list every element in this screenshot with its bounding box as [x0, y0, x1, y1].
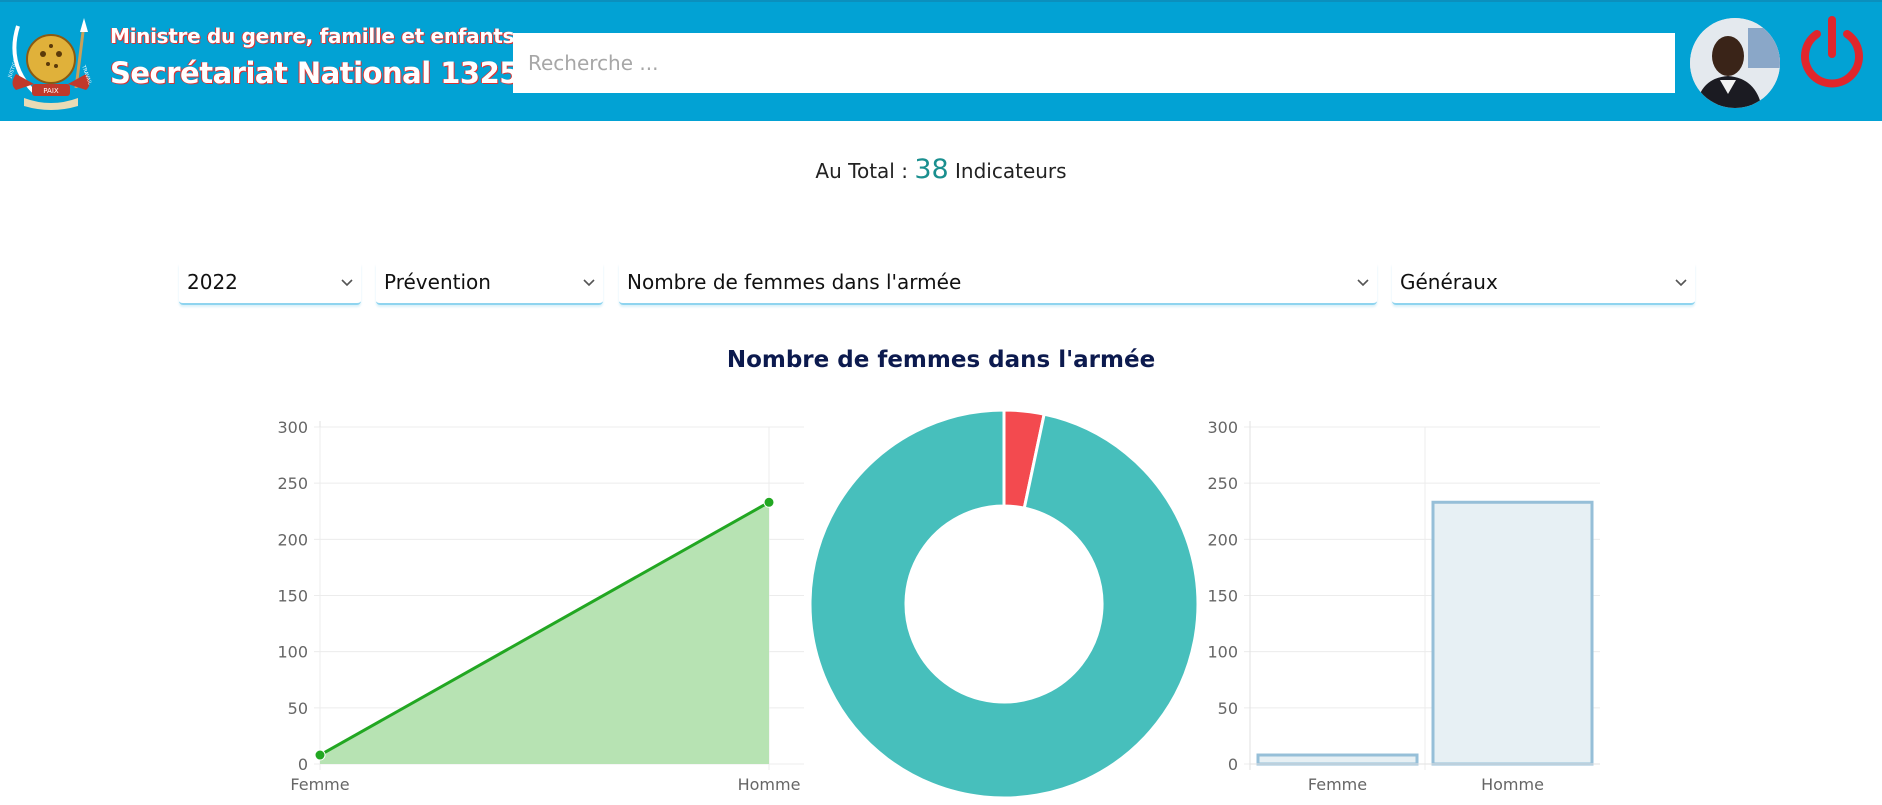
bar-chart-bar-homme: [1431, 500, 1594, 766]
line-chart-area: [320, 502, 769, 764]
chevron-down-icon: [583, 279, 595, 287]
bar-chart-bar-femme: [1256, 753, 1419, 766]
chevron-down-icon: [1675, 279, 1687, 287]
donut-slice-femme: [1002, 408, 1046, 510]
ministry-name: Ministre du genre, famille et enfants: [110, 24, 515, 48]
line-chart-ytick-label: 250: [277, 474, 308, 493]
bar-chart-ytick-label: 50: [1218, 699, 1238, 718]
category-select[interactable]: Généraux: [1392, 264, 1695, 305]
search-input[interactable]: [513, 33, 1675, 93]
line-chart-ytick-label: 300: [277, 418, 308, 437]
indicator-total: Au Total : 38 Indicateurs: [0, 154, 1882, 185]
chevron-down-icon: [341, 279, 353, 287]
line-chart-ytick-label: 100: [277, 643, 308, 662]
bar-chart-xtick-label: Homme: [1481, 775, 1544, 794]
line-chart-point: [314, 749, 326, 761]
year-value: 2022: [187, 270, 238, 294]
secretariat-name: Secrétariat National 1325: [110, 56, 519, 90]
pillar-select[interactable]: Prévention: [376, 264, 603, 305]
power-icon[interactable]: [1797, 16, 1867, 92]
chart-title: Nombre de femmes dans l'armée: [726, 347, 1156, 373]
bar-chart-ytick-label: 300: [1207, 418, 1238, 437]
donut-slice-homme: [808, 408, 1200, 800]
bar-chart-ytick-label: 150: [1207, 587, 1238, 606]
line-chart-xtick-label: Femme: [290, 775, 349, 794]
bar-chart-ytick-label: 250: [1207, 474, 1238, 493]
line-chart-ytick-label: 200: [277, 530, 308, 549]
line-chart-ytick-label: 0: [298, 755, 308, 774]
total-suffix: Indicateurs: [955, 159, 1067, 183]
year-select[interactable]: 2022: [179, 264, 361, 305]
bar-chart-ytick-label: 0: [1228, 755, 1238, 774]
avatar[interactable]: [1690, 18, 1780, 108]
line-chart-ytick-label: 50: [288, 699, 308, 718]
chevron-down-icon: [1357, 279, 1369, 287]
indicator-select[interactable]: Nombre de femmes dans l'armée: [619, 264, 1377, 305]
category-value: Généraux: [1400, 270, 1498, 294]
user-photo: [1690, 18, 1780, 108]
indicator-value: Nombre de femmes dans l'armée: [627, 270, 962, 294]
bar-chart-ytick-label: 200: [1207, 530, 1238, 549]
line-chart-point: [763, 496, 775, 508]
bar-chart-ytick-label: 100: [1207, 643, 1238, 662]
line-chart-xtick-label: Homme: [738, 775, 801, 794]
header-titles: Ministre du genre, famille et enfants Se…: [110, 24, 519, 90]
line-chart-ytick-label: 150: [277, 587, 308, 606]
pillar-value: Prévention: [384, 270, 491, 294]
bar-chart-xtick-label: Femme: [1308, 775, 1367, 794]
coat-of-arms-icon: PAIX JUSTICE TRAVAIL: [7, 18, 93, 110]
total-prefix: Au Total :: [815, 159, 908, 183]
line-chart-series-line: [319, 500, 770, 757]
app-header: PAIX JUSTICE TRAVAIL Ministre du genre, …: [0, 0, 1882, 121]
total-count: 38: [914, 154, 949, 185]
logo-banner-text: PAIX: [43, 87, 59, 95]
